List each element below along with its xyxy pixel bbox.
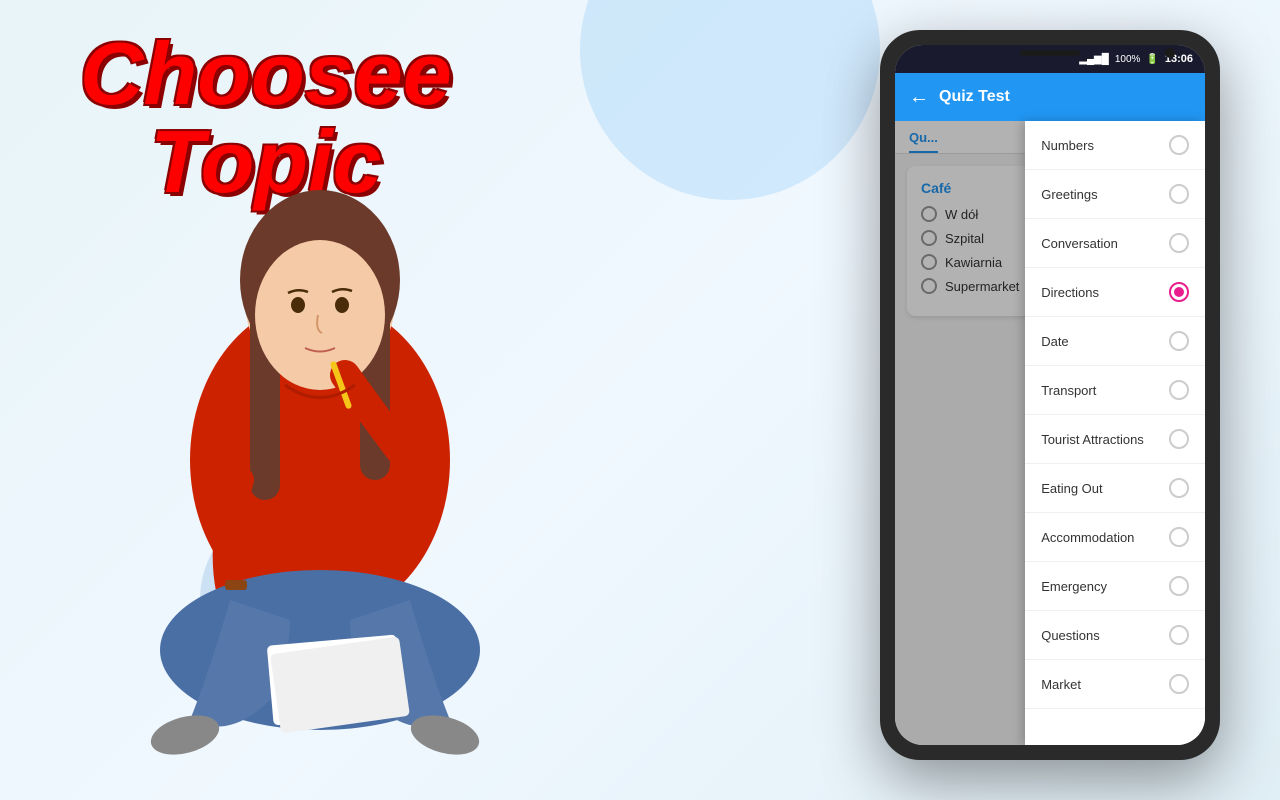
phone-frame: ▂▄▆█ 100% 🔋 13:06 ← Quiz Test Qu... Café… [880, 30, 1220, 760]
radio-btn-4[interactable] [1169, 331, 1189, 351]
dropdown-menu[interactable]: Numbers Greetings Conversation Directions Da… [1025, 121, 1205, 745]
battery-icon: 🔋 [1146, 54, 1158, 65]
dropdown-backdrop[interactable] [895, 121, 1035, 745]
radio-btn-6[interactable] [1169, 429, 1189, 449]
dropdown-item-tourist-attractions[interactable]: Tourist Attractions [1025, 415, 1205, 464]
radio-btn-3[interactable] [1169, 282, 1189, 302]
dropdown-label-4: Date [1041, 334, 1068, 349]
back-button[interactable]: ← [909, 86, 929, 109]
dropdown-item-questions[interactable]: Questions [1025, 611, 1205, 660]
dropdown-item-eating-out[interactable]: Eating Out [1025, 464, 1205, 513]
dropdown-label-7: Eating Out [1041, 481, 1102, 496]
radio-btn-8[interactable] [1169, 527, 1189, 547]
dropdown-item-directions[interactable]: Directions [1025, 268, 1205, 317]
radio-btn-1[interactable] [1169, 184, 1189, 204]
dropdown-label-3: Directions [1041, 285, 1099, 300]
radio-btn-11[interactable] [1169, 674, 1189, 694]
dropdown-label-6: Tourist Attractions [1041, 432, 1144, 447]
app-title: Quiz Test [939, 88, 1010, 106]
dropdown-item-numbers[interactable]: Numbers [1025, 121, 1205, 170]
battery-indicator: 100% [1115, 54, 1141, 65]
phone-speaker [1020, 50, 1080, 56]
radio-btn-10[interactable] [1169, 625, 1189, 645]
person-svg [30, 120, 610, 800]
dropdown-overlay: Numbers Greetings Conversation Directions Da… [895, 121, 1205, 745]
dropdown-label-9: Emergency [1041, 579, 1107, 594]
dropdown-item-market[interactable]: Market [1025, 660, 1205, 709]
radio-btn-7[interactable] [1169, 478, 1189, 498]
dropdown-label-0: Numbers [1041, 138, 1094, 153]
dropdown-item-conversation[interactable]: Conversation [1025, 219, 1205, 268]
dropdown-item-transport[interactable]: Transport [1025, 366, 1205, 415]
dropdown-item-greetings[interactable]: Greetings [1025, 170, 1205, 219]
radio-btn-9[interactable] [1169, 576, 1189, 596]
dropdown-item-accommodation[interactable]: Accommodation [1025, 513, 1205, 562]
radio-btn-0[interactable] [1169, 135, 1189, 155]
radio-btn-5[interactable] [1169, 380, 1189, 400]
phone-screen: ▂▄▆█ 100% 🔋 13:06 ← Quiz Test Qu... Café… [895, 45, 1205, 745]
signal-icon: ▂▄▆█ [1079, 54, 1109, 65]
dropdown-label-10: Questions [1041, 628, 1100, 643]
app-header: ← Quiz Test [895, 73, 1205, 121]
dropdown-label-11: Market [1041, 677, 1081, 692]
dropdown-label-5: Transport [1041, 383, 1096, 398]
dropdown-item-date[interactable]: Date [1025, 317, 1205, 366]
phone-camera [1165, 48, 1175, 58]
radio-btn-2[interactable] [1169, 233, 1189, 253]
person-image-area [0, 100, 660, 800]
dropdown-label-1: Greetings [1041, 187, 1097, 202]
dropdown-item-emergency[interactable]: Emergency [1025, 562, 1205, 611]
dropdown-label-8: Accommodation [1041, 530, 1134, 545]
dropdown-label-2: Conversation [1041, 236, 1118, 251]
